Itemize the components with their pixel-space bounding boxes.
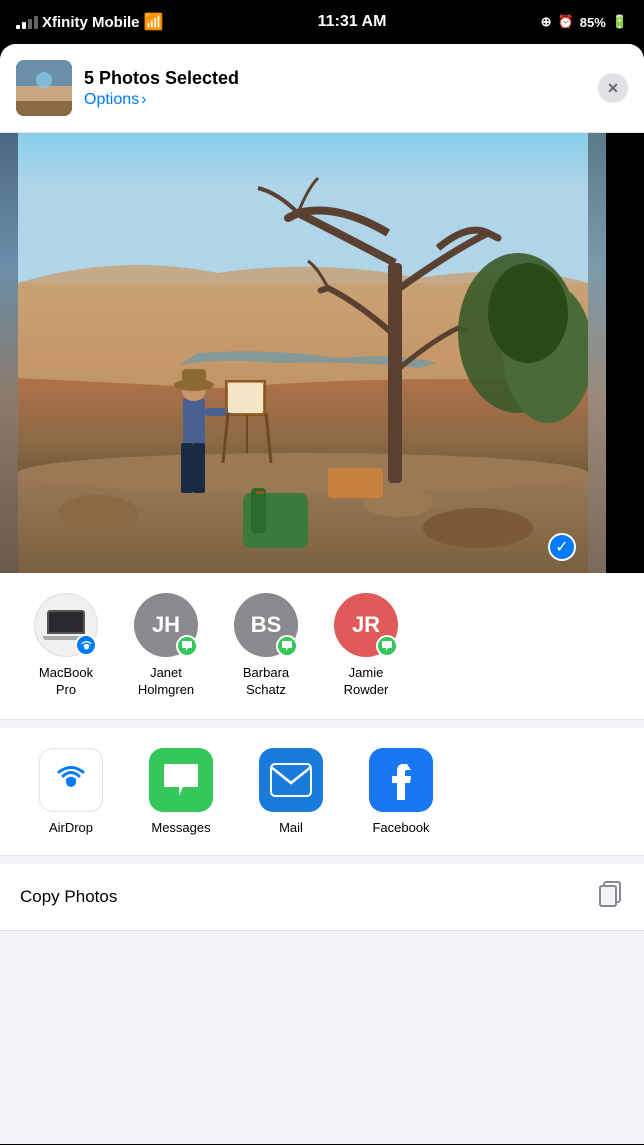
alarm-icon: ⏰ (558, 14, 574, 30)
thumbnail-preview (16, 60, 72, 116)
share-header: 5 Photos Selected Options › ✕ (0, 44, 644, 133)
jr-initials: JR (352, 612, 380, 638)
facebook-app-icon (369, 748, 433, 812)
copy-photos-row[interactable]: Copy Photos (0, 864, 644, 931)
options-button[interactable]: Options › (84, 91, 586, 109)
jr-name: JamieRowder (344, 665, 389, 699)
bs-initials: BS (251, 612, 282, 638)
airdrop-label: AirDrop (49, 820, 93, 835)
app-facebook[interactable]: Facebook (346, 748, 456, 835)
airdrop-mini-icon (80, 639, 93, 652)
macbook-screen (47, 610, 85, 634)
message-icon-jh (181, 640, 193, 652)
carrier-label: Xfinity Mobile (42, 14, 140, 31)
signal-icon (16, 16, 38, 29)
jh-name: JanetHolmgren (138, 665, 194, 699)
app-messages[interactable]: Messages (126, 748, 236, 835)
header-title: 5 Photos Selected (84, 68, 586, 89)
facebook-label: Facebook (372, 820, 429, 835)
header-info: 5 Photos Selected Options › (84, 68, 586, 109)
bs-message-badge (276, 635, 298, 657)
share-target-jh[interactable]: JH JanetHolmgren (116, 593, 216, 699)
battery-icon: 🔋 (612, 14, 628, 30)
wifi-icon: 📶 (144, 12, 164, 32)
airdrop-badge (75, 634, 97, 656)
status-left: Xfinity Mobile 📶 (16, 12, 163, 32)
app-mail[interactable]: Mail (236, 748, 346, 835)
status-right: ⊕ ⏰ 85% 🔋 (541, 14, 628, 30)
copy-photos-icon (596, 880, 624, 914)
close-button[interactable]: ✕ (598, 73, 628, 103)
bs-avatar: BS (234, 593, 298, 657)
facebook-f-icon (383, 760, 419, 800)
apps-row: AirDrop Messages Mail (0, 728, 644, 856)
airdrop-waves-icon (51, 760, 91, 800)
message-icon-jr (381, 640, 393, 652)
thumbnail-image (16, 60, 72, 116)
photo-selected-badge: ✓ (548, 533, 576, 561)
messages-bubble-icon (161, 761, 201, 799)
bs-name: BarbaraSchatz (243, 665, 289, 699)
mail-app-icon (259, 748, 323, 812)
copy-icon (596, 880, 624, 908)
photo-right-partial (588, 133, 606, 573)
jr-avatar: JR (334, 593, 398, 657)
chevron-right-icon: › (141, 91, 146, 109)
location-icon: ⊕ (541, 14, 552, 30)
close-icon: ✕ (607, 80, 619, 97)
messages-app-icon (149, 748, 213, 812)
grand-canyon-photo (18, 133, 588, 573)
jh-initials: JH (152, 612, 180, 638)
mail-label: Mail (279, 820, 303, 835)
airdrop-app-icon (39, 748, 103, 812)
photo-strip: ✓ (0, 133, 644, 573)
share-target-macbook[interactable]: MacBookPro (16, 593, 116, 699)
share-target-jr[interactable]: JR JamieRowder (316, 593, 416, 699)
mail-envelope-icon (270, 763, 312, 797)
share-sheet: 5 Photos Selected Options › ✕ (0, 44, 644, 1144)
macbook-name: MacBookPro (39, 665, 93, 699)
macbook-avatar (34, 593, 98, 657)
jr-message-badge (376, 635, 398, 657)
status-bar: Xfinity Mobile 📶 11:31 AM ⊕ ⏰ 85% 🔋 (0, 0, 644, 44)
photo-main[interactable]: ✓ (18, 133, 588, 573)
jh-avatar: JH (134, 593, 198, 657)
jh-message-badge (176, 635, 198, 657)
people-row: MacBookPro JH JanetHolmgren BS (0, 573, 644, 720)
copy-photos-label: Copy Photos (20, 887, 117, 907)
share-target-bs[interactable]: BS BarbaraSchatz (216, 593, 316, 699)
battery-label: 85% (580, 15, 606, 30)
options-label: Options (84, 91, 139, 109)
clock: 11:31 AM (318, 13, 387, 31)
photo-left-partial (0, 133, 18, 573)
messages-label: Messages (151, 820, 210, 835)
app-airdrop[interactable]: AirDrop (16, 748, 126, 835)
message-icon-bs (281, 640, 293, 652)
